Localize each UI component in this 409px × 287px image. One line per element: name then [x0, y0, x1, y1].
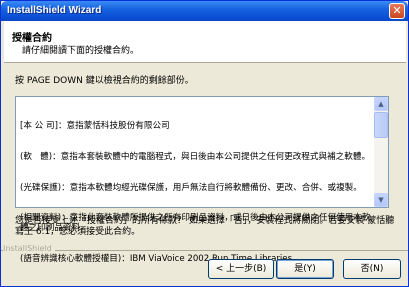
close-icon: ✕: [392, 4, 402, 17]
chevron-up-icon: ▲: [378, 100, 384, 108]
title-bar[interactable]: InstallShield Wizard ✕: [1, 1, 408, 21]
license-text-box[interactable]: [本 公 司]：意指蒙恬科技股份有限公司 (軟 體)：意指本套裝軟體中的電腦程式…: [15, 96, 389, 264]
scroll-up-button[interactable]: ▲: [374, 97, 388, 111]
page-down-instruction: 按 PAGE DOWN 鍵以檢視合約的剩餘部份。: [15, 76, 194, 86]
vertical-scrollbar[interactable]: ▲ ▼: [374, 97, 388, 207]
chevron-down-icon: ▼: [378, 196, 384, 204]
scroll-down-button[interactable]: ▼: [374, 193, 388, 207]
no-button[interactable]: 否(N): [343, 259, 401, 279]
license-text: [本 公 司]：意指蒙恬科技股份有限公司 (軟 體)：意指本套裝軟體中的電腦程式…: [20, 101, 374, 285]
wizard-header: 授權合約 請仔細閱讀下面的授權合約。: [4, 21, 406, 63]
divider: [1, 250, 408, 251]
installshield-brand: InstallShield: [3, 244, 55, 253]
header-title: 授權合約: [12, 33, 52, 44]
license-line: (光碟保護)：意指本軟體均經光碟保護，用戶無法自行將軟體備份、更改、合併、或複製…: [20, 182, 362, 193]
installshield-wizard-window: InstallShield Wizard ✕ 授權合約 請仔細閱讀下面的授權合約…: [0, 0, 409, 287]
close-button[interactable]: ✕: [389, 3, 405, 19]
license-line: (軟 體)：意指本套裝軟體中的電腦程式，與日後由本公司提供之任何更改程式與補之軟…: [20, 152, 371, 163]
window-title: InstallShield Wizard: [7, 5, 102, 16]
accept-question: 您是否接受上述「授權合約」的所有條款？ 如果選擇「否」，安裝程式將關閉。若要安裝…: [15, 216, 395, 237]
back-button[interactable]: < 上一步(B): [208, 259, 274, 279]
license-line: [本 公 司]：意指蒙恬科技股份有限公司: [20, 121, 170, 132]
header-subtitle: 請仔細閱讀下面的授權合約。: [22, 46, 140, 56]
scroll-thumb[interactable]: [374, 112, 388, 138]
yes-button[interactable]: 是(Y): [276, 259, 334, 279]
